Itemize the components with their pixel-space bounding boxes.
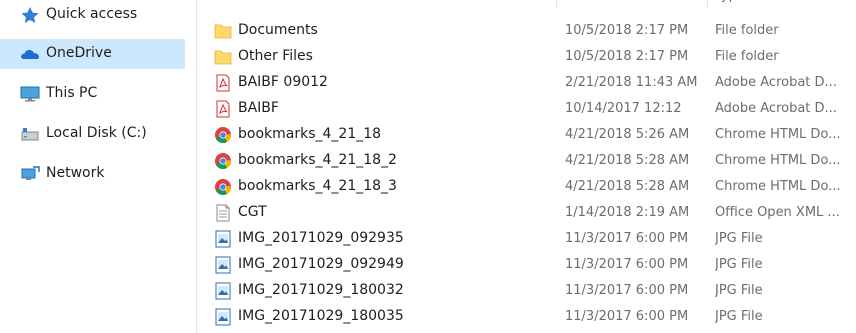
file-row[interactable]: BAIBF 10/14/2017 12:12 Adobe Acrobat D..… — [206, 96, 856, 122]
file-date: 10/14/2017 12:12 — [565, 101, 682, 116]
file-date: 4/21/2018 5:28 AM — [565, 179, 690, 194]
file-date: 11/3/2017 6:00 PM — [565, 309, 689, 324]
column-separator[interactable] — [556, 0, 557, 8]
network-icon — [20, 165, 40, 183]
file-row[interactable]: bookmarks_4_21_18_3 4/21/2018 5:28 AM Ch… — [206, 174, 856, 200]
folder-icon — [214, 22, 232, 40]
file-date: 4/21/2018 5:26 AM — [565, 127, 690, 142]
pdf-icon — [214, 74, 232, 92]
file-list: Documents 10/5/2018 2:17 PM File folder … — [206, 18, 856, 330]
drive-icon — [20, 125, 40, 143]
image-icon — [214, 282, 232, 300]
nav-label: Network — [46, 165, 105, 181]
file-date: 10/5/2018 2:17 PM — [565, 23, 689, 38]
nav-label: This PC — [46, 85, 98, 101]
nav-label: Quick access — [46, 6, 138, 22]
pdf-icon — [214, 100, 232, 118]
pane-divider[interactable] — [196, 0, 197, 333]
nav-item-quick-access[interactable]: Quick access — [0, 0, 185, 30]
file-name: BAIBF — [238, 100, 279, 116]
file-name: Other Files — [238, 48, 313, 64]
nav-item-onedrive[interactable]: OneDrive — [0, 39, 185, 69]
file-name: bookmarks_4_21_18_2 — [238, 152, 397, 168]
nav-item-this-pc[interactable]: This PC — [0, 79, 185, 109]
column-header-date[interactable]: Date modified — [565, 0, 657, 8]
file-type: Office Open XML ... — [715, 205, 840, 220]
file-row[interactable]: IMG_20171029_180032 11/3/2017 6:00 PM JP… — [206, 278, 856, 304]
image-icon — [214, 308, 232, 326]
file-row[interactable]: bookmarks_4_21_18_2 4/21/2018 5:28 AM Ch… — [206, 148, 856, 174]
file-row[interactable]: BAIBF 09012 2/21/2018 11:43 AM Adobe Acr… — [206, 70, 856, 96]
folder-icon — [214, 48, 232, 66]
file-name: IMG_20171029_092935 — [238, 230, 404, 246]
file-type: Chrome HTML Do... — [715, 179, 841, 194]
nav-label: Local Disk (C:) — [46, 125, 147, 141]
document-icon — [214, 204, 232, 222]
file-row[interactable]: Other Files 10/5/2018 2:17 PM File folde… — [206, 44, 856, 70]
chrome-icon — [214, 126, 232, 144]
file-date: 11/3/2017 6:00 PM — [565, 231, 689, 246]
file-date: 2/21/2018 11:43 AM — [565, 75, 698, 90]
file-row[interactable]: bookmarks_4_21_18 4/21/2018 5:26 AM Chro… — [206, 122, 856, 148]
file-type: Chrome HTML Do... — [715, 127, 841, 142]
file-type: Chrome HTML Do... — [715, 153, 841, 168]
star-icon — [20, 6, 40, 24]
image-icon — [214, 230, 232, 248]
file-name: BAIBF 09012 — [238, 74, 328, 90]
file-name: bookmarks_4_21_18 — [238, 126, 382, 142]
file-date: 1/14/2018 2:19 AM — [565, 205, 690, 220]
file-name: Documents — [238, 22, 318, 38]
chrome-icon — [214, 152, 232, 170]
file-type: File folder — [715, 23, 779, 38]
file-row[interactable]: IMG_20171029_092935 11/3/2017 6:00 PM JP… — [206, 226, 856, 252]
file-row[interactable]: Documents 10/5/2018 2:17 PM File folder — [206, 18, 856, 44]
file-date: 4/21/2018 5:28 AM — [565, 153, 690, 168]
file-type: JPG File — [715, 283, 763, 298]
file-type: JPG File — [715, 257, 763, 272]
cloud-icon — [20, 45, 40, 63]
image-icon — [214, 256, 232, 274]
file-type: JPG File — [715, 309, 763, 324]
nav-item-network[interactable]: Network — [0, 159, 185, 189]
navigation-pane: Quick access OneDrive This PC Local Disk… — [0, 0, 185, 333]
file-explorer-window: Quick access OneDrive This PC Local Disk… — [0, 0, 856, 333]
file-row[interactable]: IMG_20171029_092949 11/3/2017 6:00 PM JP… — [206, 252, 856, 278]
nav-item-local-disk[interactable]: Local Disk (C:) — [0, 119, 185, 149]
monitor-icon — [20, 85, 40, 103]
file-type: JPG File — [715, 231, 763, 246]
file-date: 11/3/2017 6:00 PM — [565, 257, 689, 272]
file-date: 10/5/2018 2:17 PM — [565, 49, 689, 64]
file-type: Adobe Acrobat D... — [715, 101, 837, 116]
column-header-type[interactable]: Type — [715, 0, 745, 8]
chrome-icon — [214, 178, 232, 196]
file-name: IMG_20171029_092949 — [238, 256, 404, 272]
file-name: IMG_20171029_180032 — [238, 282, 404, 298]
column-header-name[interactable]: Name — [238, 0, 276, 8]
file-name: bookmarks_4_21_18_3 — [238, 178, 397, 194]
file-name: IMG_20171029_180035 — [238, 308, 404, 324]
file-type: Adobe Acrobat D... — [715, 75, 837, 90]
file-row[interactable]: CGT 1/14/2018 2:19 AM Office Open XML ..… — [206, 200, 856, 226]
file-row[interactable]: IMG_20171029_180035 11/3/2017 6:00 PM JP… — [206, 304, 856, 330]
file-date: 11/3/2017 6:00 PM — [565, 283, 689, 298]
file-name: CGT — [238, 204, 267, 220]
nav-label: OneDrive — [46, 45, 112, 61]
file-type: File folder — [715, 49, 779, 64]
column-separator[interactable] — [707, 0, 708, 8]
